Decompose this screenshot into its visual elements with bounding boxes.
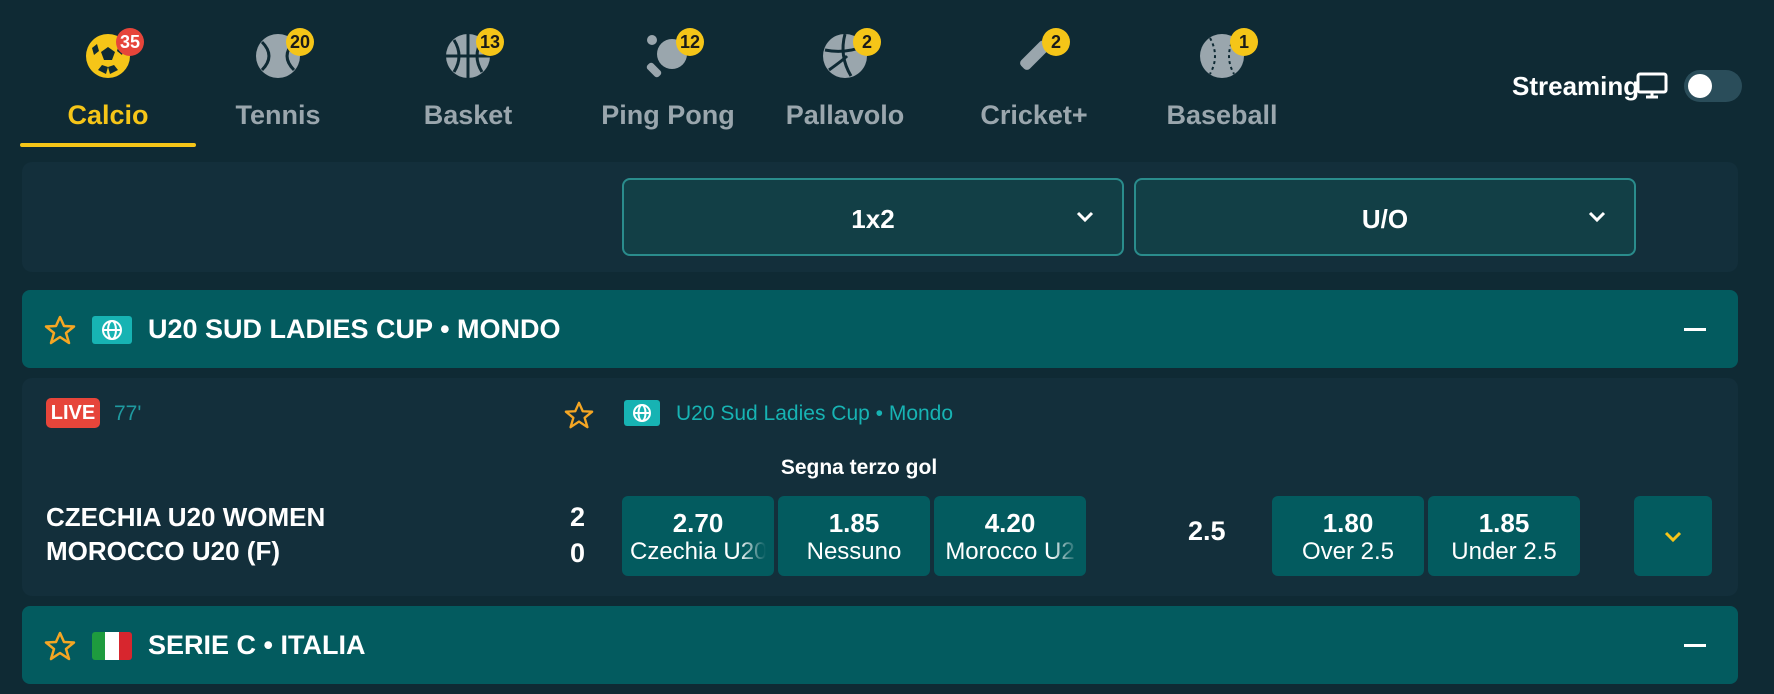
league-header[interactable]: SERIE C • ITALIA <box>22 606 1738 684</box>
chevron-down-icon <box>1076 211 1094 223</box>
tab-calcio[interactable]: 35 Calcio <box>20 28 196 148</box>
tab-pallavolo[interactable]: 2 Pallavolo <box>757 28 933 148</box>
league-name: SERIE C • ITALIA <box>148 630 366 660</box>
monitor-icon <box>1636 72 1668 99</box>
odd-button-home[interactable]: 2.70 Czechia U20 <box>622 496 774 576</box>
odd-button-away[interactable]: 4.20 Morocco U2 <box>934 496 1086 576</box>
globe-icon <box>624 400 660 426</box>
sport-label: Baseball <box>1166 100 1278 130</box>
odd-price: 4.20 <box>984 508 1036 538</box>
sport-label: Calcio <box>67 100 149 130</box>
odd-selection: Czechia U20 <box>630 538 766 565</box>
more-markets-button[interactable] <box>1634 496 1712 576</box>
sport-label: Basket <box>423 100 513 130</box>
star-icon[interactable] <box>44 630 76 662</box>
globe-icon <box>92 316 132 344</box>
streaming-toggle[interactable] <box>1684 70 1742 102</box>
market-selector-panel: 1x2 U/O <box>22 162 1738 272</box>
league-name: U20 SUD LADIES CUP • MONDO <box>148 314 561 344</box>
tab-tennis[interactable]: 20 Tennis <box>190 28 366 148</box>
sport-count-badge: 1 <box>1230 28 1258 56</box>
league-header[interactable]: U20 SUD LADIES CUP • MONDO <box>22 290 1738 368</box>
star-icon[interactable] <box>44 314 76 346</box>
event-card: LIVE 77' U20 Sud Ladies Cup • Mondo Segn… <box>22 378 1738 596</box>
sport-count-badge: 35 <box>116 28 144 56</box>
sport-label: Tennis <box>235 100 321 130</box>
sport-label: Ping Pong <box>601 100 735 130</box>
active-tab-indicator <box>20 143 196 147</box>
odd-selection: Over 2.5 <box>1301 538 1395 565</box>
collapse-icon[interactable] <box>1684 328 1706 331</box>
market-select-1x2[interactable]: 1x2 <box>622 178 1124 256</box>
sport-count-badge: 2 <box>1042 28 1070 56</box>
odd-button-under[interactable]: 1.85 Under 2.5 <box>1428 496 1580 576</box>
away-score: 0 <box>570 538 586 568</box>
tab-basket[interactable]: 13 Basket <box>380 28 556 148</box>
home-team[interactable]: CZECHIA U20 WOMEN <box>46 502 325 533</box>
star-icon[interactable] <box>564 400 594 430</box>
italy-flag-icon <box>92 632 132 660</box>
sport-label: Cricket+ <box>980 100 1088 130</box>
sport-tabs: 35 Calcio 20 Tennis 13 Basket 12 Ping Po… <box>0 0 1774 150</box>
odd-button-over[interactable]: 1.80 Over 2.5 <box>1272 496 1424 576</box>
odd-price: 2.70 <box>672 508 724 538</box>
toggle-knob <box>1688 74 1712 98</box>
streaming-label: Streaming <box>1512 71 1640 101</box>
tab-ping-pong[interactable]: 12 Ping Pong <box>580 28 756 148</box>
chevron-down-icon <box>1664 531 1682 543</box>
tab-cricket[interactable]: 2 Cricket+ <box>946 28 1122 148</box>
collapse-icon[interactable] <box>1684 644 1706 647</box>
odd-selection: Nessuno <box>806 538 902 565</box>
odd-button-none[interactable]: 1.85 Nessuno <box>778 496 930 576</box>
odd-price: 1.80 <box>1322 508 1374 538</box>
sport-count-badge: 20 <box>286 28 314 56</box>
sport-label: Pallavolo <box>785 100 905 130</box>
odd-selection: Under 2.5 <box>1451 538 1557 565</box>
away-team[interactable]: MOROCCO U20 (F) <box>46 536 280 567</box>
market-select-value: 1x2 <box>851 204 895 234</box>
uo-line-value: 2.5 <box>1188 516 1226 546</box>
live-badge: LIVE <box>46 398 100 428</box>
match-minute: 77' <box>114 402 142 425</box>
tab-baseball[interactable]: 1 Baseball <box>1134 28 1310 148</box>
competition-link[interactable]: U20 Sud Ladies Cup • Mondo <box>676 402 953 426</box>
market-title: Segna terzo gol <box>780 456 938 479</box>
market-select-value: U/O <box>1361 204 1409 234</box>
home-score: 2 <box>570 502 586 532</box>
sport-count-badge: 2 <box>853 28 881 56</box>
chevron-down-icon <box>1588 211 1606 223</box>
market-select-uo[interactable]: U/O <box>1134 178 1636 256</box>
odd-price: 1.85 <box>1478 508 1530 538</box>
odd-selection: Morocco U2 <box>945 538 1075 565</box>
sport-count-badge: 13 <box>476 28 504 56</box>
sport-count-badge: 12 <box>676 28 704 56</box>
odd-price: 1.85 <box>828 508 880 538</box>
